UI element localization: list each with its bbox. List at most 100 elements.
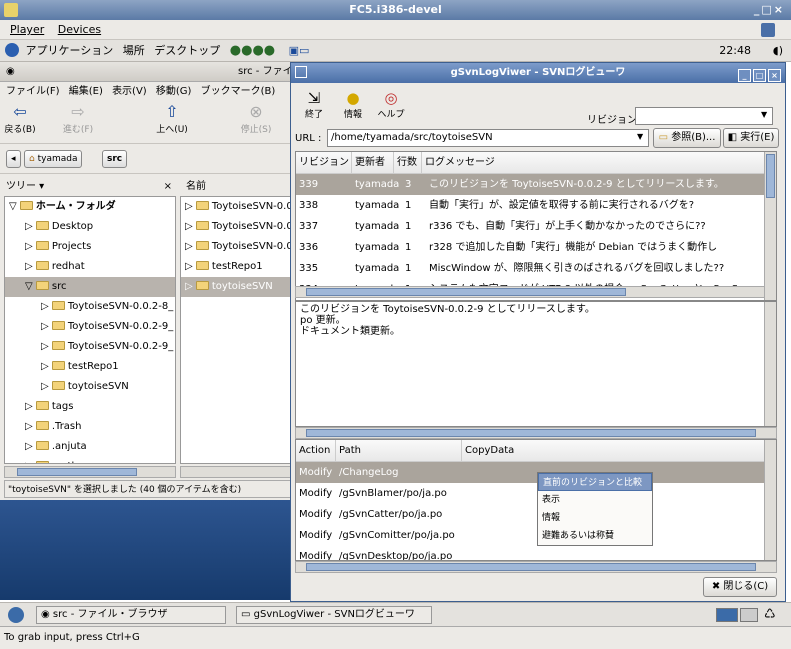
revision-log-list[interactable]: リビジョン 更新者 行数 ログメッセージ 339 tyamada 3 このリビジョンを… — [295, 151, 777, 301]
file-item[interactable]: ▷ testRepo1 — [181, 257, 293, 277]
fm-menu-view[interactable]: 表示(V) — [112, 86, 147, 97]
revision-combo[interactable] — [635, 107, 773, 125]
log-row[interactable]: 335 tyamada 1 MiscWindow が、際限無く引きのばされるバグを回収… — [296, 258, 776, 279]
tree-item[interactable]: ▷ ToytoiseSVN-0.0.2-9_ — [5, 337, 175, 357]
folder-tree[interactable]: ▽ ホーム・フォルダ ▷ Desktop ▷ Projects ▷ redhat ▽ s… — [4, 196, 176, 464]
path-row[interactable]: Modify/ChangeLog — [296, 462, 776, 483]
tree-item[interactable]: ▷ ToytoiseSVN-0.0.2-8_ — [5, 297, 175, 317]
log-vscroll[interactable] — [764, 152, 776, 300]
tree-item[interactable]: ▷ toytoiseSVN — [5, 377, 175, 397]
message-hscroll[interactable] — [295, 427, 777, 439]
close-button[interactable]: ✖ 閉じる(C) — [703, 577, 777, 597]
browse-button[interactable]: ▭ 参照(B)... — [653, 128, 721, 148]
show-desktop-icon[interactable] — [8, 607, 24, 623]
fm-menu-go[interactable]: 移動(G) — [156, 86, 192, 97]
tree-item[interactable]: ▷ .anjuta — [5, 437, 175, 457]
file-item[interactable]: ▷ ToytoiseSVN-0.0 — [181, 217, 293, 237]
expander-icon[interactable]: ▷ — [25, 241, 36, 252]
tree-item[interactable]: ▷ tags — [5, 397, 175, 417]
panel-places[interactable]: 場所 — [123, 44, 145, 57]
log-message-view[interactable]: このリビジョンを ToytoiseSVN-0.0.2-9 としてリリースします。… — [295, 301, 777, 427]
launcher-folder-icon[interactable]: ▣▭ — [289, 44, 310, 57]
expander-icon[interactable]: ▷ — [185, 281, 196, 292]
expander-icon[interactable]: ▷ — [25, 401, 36, 412]
expander-icon[interactable]: ▷ — [25, 261, 36, 272]
ctx-info[interactable]: 情報 — [538, 509, 652, 527]
col-copydata[interactable]: CopyData — [462, 440, 766, 462]
workspace-switcher[interactable] — [716, 608, 738, 622]
clock[interactable]: 22:48 — [719, 40, 751, 62]
stop-button[interactable]: ⊗ 停止(S) — [236, 102, 276, 135]
panel-desktop[interactable]: デスクトップ — [154, 44, 220, 57]
path-src-button[interactable]: src — [102, 150, 128, 168]
file-item[interactable]: ▷ ToytoiseSVN-0.0 — [181, 237, 293, 257]
fm-menu-bookmarks[interactable]: ブックマーク(B) — [201, 86, 276, 97]
path-row[interactable]: Modify/gSvnBlamer/po/ja.po — [296, 483, 776, 504]
path-row[interactable]: Modify/gSvnCatter/po/ja.po — [296, 504, 776, 525]
ctx-blame[interactable]: 避難あるいは称賛 — [538, 527, 652, 545]
tree-item[interactable]: ▷ testRepo1 — [5, 357, 175, 377]
path-row[interactable]: Modify/gSvnDesktop/po/ja.po — [296, 546, 776, 560]
col-message[interactable]: ログメッセージ — [422, 152, 766, 174]
log-row[interactable]: 336 tyamada 1 r328 で追加した自動「実行」機能が Debian では… — [296, 237, 776, 258]
launcher-icons[interactable]: ●●●● — [230, 43, 275, 58]
tree-close-button[interactable]: × — [164, 176, 172, 198]
col-path[interactable]: Path — [336, 440, 462, 462]
expander-icon[interactable]: ▷ — [185, 201, 196, 212]
expander-icon[interactable]: ▷ — [185, 221, 196, 232]
message-vscroll[interactable] — [764, 302, 776, 426]
tree-item[interactable]: ▷ .anthy — [5, 457, 175, 463]
back-button[interactable]: ⇦ 戻る(B) — [0, 102, 40, 135]
tree-item[interactable]: ▷ ToytoiseSVN-0.0.2-9_ — [5, 317, 175, 337]
url-input[interactable]: /home/tyamada/src/toytoiseSVN — [327, 129, 649, 147]
tree-item[interactable]: ▷ .Trash — [5, 417, 175, 437]
task-file-browser[interactable]: ◉ src - ファイル・ブラウザ — [36, 606, 226, 624]
expander-icon[interactable]: ▷ — [25, 221, 36, 232]
log-row[interactable]: 338 tyamada 1 自動「実行」が、設定値を取得する前に実行されるバグを? — [296, 195, 776, 216]
expander-icon[interactable]: ▽ — [25, 281, 36, 292]
window-controls[interactable]: _□× — [754, 0, 785, 20]
log-hscroll[interactable] — [295, 286, 765, 298]
info-button[interactable]: ● 情報 — [339, 89, 367, 120]
vm-tools-icon[interactable] — [761, 23, 775, 37]
expander-icon[interactable]: ▷ — [25, 421, 36, 432]
quit-button[interactable]: ⇲ 終了 — [301, 89, 327, 120]
col-action[interactable]: Action — [296, 440, 336, 462]
expander-icon[interactable]: ▷ — [41, 381, 52, 392]
col-lines[interactable]: 行数 — [394, 152, 422, 174]
expander-icon[interactable]: ▷ — [185, 261, 196, 272]
ctx-view[interactable]: 表示 — [538, 491, 652, 509]
fm-menu-file[interactable]: ファイル(F) — [6, 86, 60, 97]
forward-button[interactable]: ⇨ 進む(F) — [58, 102, 98, 135]
files-hscroll[interactable] — [180, 466, 294, 478]
expander-icon[interactable]: ▷ — [41, 321, 52, 332]
path-left-button[interactable]: ◂ — [6, 150, 21, 168]
fm-menu-edit[interactable]: 編集(E) — [69, 86, 103, 97]
file-item[interactable]: ▷ ToytoiseSVN-0.0 — [181, 197, 293, 217]
help-button[interactable]: ◎ ヘルプ — [373, 89, 409, 120]
menu-player[interactable]: Player — [10, 23, 44, 36]
col-revision[interactable]: リビジョン — [296, 152, 352, 174]
tree-item[interactable]: ▷ Desktop — [5, 217, 175, 237]
expander-icon[interactable]: ▷ — [41, 301, 52, 312]
log-row[interactable]: 337 tyamada 1 r336 でも、自動「実行」が上手く動かなかったのでさらに… — [296, 216, 776, 237]
file-item[interactable]: ▷ toytoiseSVN — [181, 277, 293, 297]
paths-vscroll[interactable] — [764, 440, 776, 560]
expander-icon[interactable]: ▷ — [41, 361, 52, 372]
tree-hscroll[interactable] — [4, 466, 176, 478]
col-author[interactable]: 更新者 — [352, 152, 394, 174]
expander-icon[interactable]: ▷ — [185, 241, 196, 252]
menu-devices[interactable]: Devices — [58, 23, 101, 36]
expander-icon[interactable]: ▽ — [9, 201, 20, 212]
up-button[interactable]: ⇧ 上へ(U) — [152, 102, 192, 135]
tree-selector[interactable]: ツリー — [6, 181, 36, 192]
expander-icon[interactable]: ▷ — [41, 341, 52, 352]
tree-item[interactable]: ▷ redhat — [5, 257, 175, 277]
volume-icon[interactable]: ◖) — [773, 40, 783, 62]
expander-icon[interactable]: ▷ — [25, 441, 36, 452]
svn-window-controls[interactable]: _ □ × — [736, 66, 781, 86]
path-home-button[interactable]: ⌂ tyamada — [24, 150, 83, 168]
tree-item[interactable]: ▷ Projects — [5, 237, 175, 257]
file-list[interactable]: ▷ ToytoiseSVN-0.0 ▷ ToytoiseSVN-0.0 ▷ Toyt… — [180, 196, 294, 464]
workspace-2[interactable] — [740, 608, 758, 622]
